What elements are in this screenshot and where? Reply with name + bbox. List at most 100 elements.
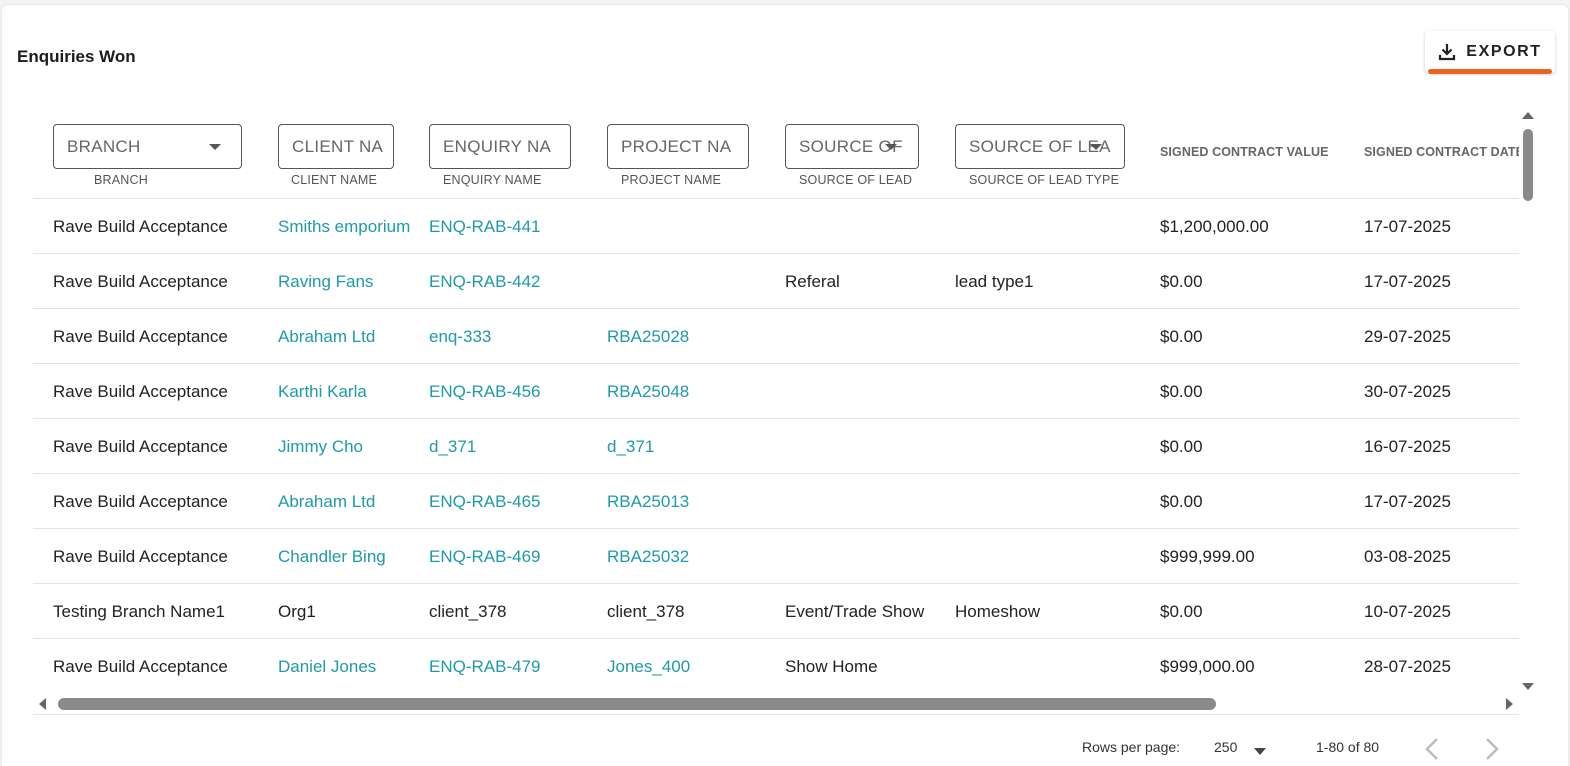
branch-cell: Rave Build Acceptance — [53, 382, 228, 401]
pagination-range: 1-80 of 80 — [1316, 739, 1380, 755]
enquiry-name-cell[interactable]: ENQ-RAB-465 — [429, 474, 599, 529]
vertical-scrollbar[interactable] — [1519, 112, 1537, 690]
dropdown-caret-icon — [209, 144, 221, 150]
source-of-lead-cell — [785, 364, 935, 419]
project-name-cell[interactable] — [607, 254, 777, 309]
source-of-lead-cell: Referal — [785, 272, 840, 291]
table-row[interactable]: Rave Build Acceptance Abraham Ltd ENQ-RAB-… — [33, 473, 1519, 528]
table-row[interactable]: Rave Build Acceptance Raving Fans ENQ-RAB-… — [33, 253, 1519, 308]
enquiry-name-cell[interactable]: ENQ-RAB-479 — [429, 639, 599, 690]
table-row[interactable]: Testing Branch Name1 Org1 client_378 client… — [33, 583, 1519, 638]
horizontal-scrollbar[interactable] — [33, 693, 1519, 715]
rows-per-page-select[interactable]: 250 — [1214, 739, 1237, 755]
project-name-column-label: PROJECT NAME — [621, 173, 722, 187]
export-button[interactable]: EXPORT — [1425, 31, 1555, 74]
source-of-lead-cell — [785, 474, 935, 529]
signed-contract-date-cell: 17-07-2025 — [1364, 272, 1451, 291]
project-name-cell[interactable] — [607, 199, 777, 254]
table-body: Rave Build Acceptance Smiths emporium ENQ-… — [33, 198, 1519, 690]
source-of-lead-cell — [785, 309, 935, 364]
chevron-right-icon[interactable] — [1481, 737, 1503, 761]
signed-contract-value-cell: $999,000.00 — [1160, 657, 1255, 676]
scroll-right-icon[interactable] — [1506, 698, 1513, 710]
enquiry-name-column-label: ENQUIRY NAME — [443, 173, 542, 187]
signed-contract-value-cell: $0.00 — [1160, 492, 1203, 511]
source-of-lead-type-cell — [955, 309, 1145, 364]
export-accent-bar — [1428, 69, 1552, 74]
chevron-left-icon[interactable] — [1422, 737, 1444, 761]
branch-cell: Rave Build Acceptance — [53, 437, 228, 456]
table-row[interactable]: Rave Build Acceptance Jimmy Cho d_371 d_371… — [33, 418, 1519, 473]
page-title: Enquiries Won — [17, 47, 136, 66]
project-name-cell[interactable]: RBA25013 — [607, 474, 777, 529]
client-name-cell[interactable]: Chandler Bing — [278, 529, 418, 584]
project-name-cell[interactable]: RBA25032 — [607, 529, 777, 584]
project-name-filter[interactable]: PROJECT NA — [607, 124, 749, 169]
branch-cell: Rave Build Acceptance — [53, 272, 228, 291]
signed-contract-value-cell: $0.00 — [1160, 272, 1203, 291]
enquiry-name-cell[interactable]: ENQ-RAB-456 — [429, 364, 599, 419]
branch-filter[interactable]: BRANCH — [53, 124, 242, 169]
enquiry-name-cell[interactable]: ENQ-RAB-442 — [429, 254, 599, 309]
enquiry-name-cell[interactable]: ENQ-RAB-441 — [429, 199, 599, 254]
source-of-lead-cell — [785, 199, 935, 254]
project-name-cell[interactable]: RBA25048 — [607, 364, 777, 419]
rows-per-page-label: Rows per page: — [1082, 739, 1181, 755]
scroll-down-icon[interactable] — [1522, 683, 1534, 690]
source-of-lead-type-cell — [955, 364, 1145, 419]
project-name-cell[interactable]: RBA25028 — [607, 309, 777, 364]
branch-filter-placeholder: BRANCH — [67, 137, 141, 156]
client-name-cell[interactable]: Karthi Karla — [278, 364, 418, 419]
horizontal-scroll-thumb[interactable] — [58, 698, 1216, 710]
signed-contract-value-cell: $0.00 — [1160, 327, 1203, 346]
client-name-cell[interactable]: Abraham Ltd — [278, 309, 418, 364]
client-name-cell[interactable]: Raving Fans — [278, 254, 418, 309]
signed-contract-value-header[interactable]: SIGNED CONTRACT VALUE — [1160, 145, 1329, 159]
project-name-cell[interactable]: Jones_400 — [607, 639, 777, 690]
download-icon — [1439, 44, 1456, 61]
source-of-lead-type-cell — [955, 474, 1145, 529]
scroll-up-icon[interactable] — [1522, 112, 1534, 119]
table-row[interactable]: Rave Build Acceptance Karthi Karla ENQ-RAB… — [33, 363, 1519, 418]
branch-cell: Testing Branch Name1 — [53, 602, 225, 621]
enquiry-name-filter[interactable]: ENQUIRY NA — [429, 124, 571, 169]
source-of-lead-type-column-label: SOURCE OF LEAD TYPE — [969, 173, 1120, 187]
client-name-column-label: CLIENT NAME — [291, 173, 378, 187]
table-row[interactable]: Rave Build Acceptance Daniel Jones ENQ-RAB… — [33, 638, 1519, 690]
dropdown-caret-icon — [885, 144, 897, 150]
table-row[interactable]: Rave Build Acceptance Abraham Ltd enq-333 R… — [33, 308, 1519, 363]
table-row[interactable]: Rave Build Acceptance Chandler Bing ENQ-RA… — [33, 528, 1519, 583]
enquiry-name-cell[interactable]: ENQ-RAB-469 — [429, 529, 599, 584]
enquiry-name-cell: client_378 — [429, 602, 507, 621]
client-name-filter[interactable]: CLIENT NA — [278, 124, 394, 169]
enquiry-name-cell[interactable]: d_371 — [429, 419, 599, 474]
scroll-left-icon[interactable] — [39, 698, 46, 710]
rows-per-page-caret-icon[interactable] — [1254, 748, 1266, 755]
branch-cell: Rave Build Acceptance — [53, 327, 228, 346]
source-of-lead-cell: Show Home — [785, 657, 878, 676]
signed-contract-date-cell: 16-07-2025 — [1364, 437, 1451, 456]
client-name-cell[interactable]: Smiths emporium — [278, 199, 418, 254]
client-name-cell[interactable]: Daniel Jones — [278, 639, 418, 690]
signed-contract-date-header[interactable]: SIGNED CONTRACT DATE — [1364, 145, 1519, 159]
source-of-lead-type-cell: Homeshow — [955, 602, 1041, 621]
enquiry-name-filter-placeholder: ENQUIRY NA — [443, 137, 552, 156]
project-name-cell[interactable]: d_371 — [607, 419, 777, 474]
source-of-lead-type-cell — [955, 529, 1145, 584]
source-of-lead-filter[interactable]: SOURCE OF — [785, 124, 919, 169]
data-table: BRANCH BRANCH CLIENT NA CLIENT NAME ENQU… — [33, 105, 1519, 690]
signed-contract-value-cell: $999,999.00 — [1160, 547, 1255, 566]
table-row[interactable]: Rave Build Acceptance Smiths emporium ENQ-… — [33, 198, 1519, 253]
signed-contract-date-cell: 29-07-2025 — [1364, 327, 1451, 346]
client-name-cell[interactable]: Jimmy Cho — [278, 419, 418, 474]
client-name-cell[interactable]: Abraham Ltd — [278, 474, 418, 529]
signed-contract-date-cell: 03-08-2025 — [1364, 547, 1451, 566]
branch-cell: Rave Build Acceptance — [53, 657, 228, 676]
signed-contract-date-cell: 10-07-2025 — [1364, 602, 1451, 621]
enquiry-name-cell[interactable]: enq-333 — [429, 309, 599, 364]
source-of-lead-cell — [785, 529, 935, 584]
branch-column-label: BRANCH — [94, 173, 148, 187]
branch-cell: Rave Build Acceptance — [53, 492, 228, 511]
source-of-lead-type-filter[interactable]: SOURCE OF LEA — [955, 124, 1125, 169]
vertical-scroll-thumb[interactable] — [1523, 129, 1533, 201]
